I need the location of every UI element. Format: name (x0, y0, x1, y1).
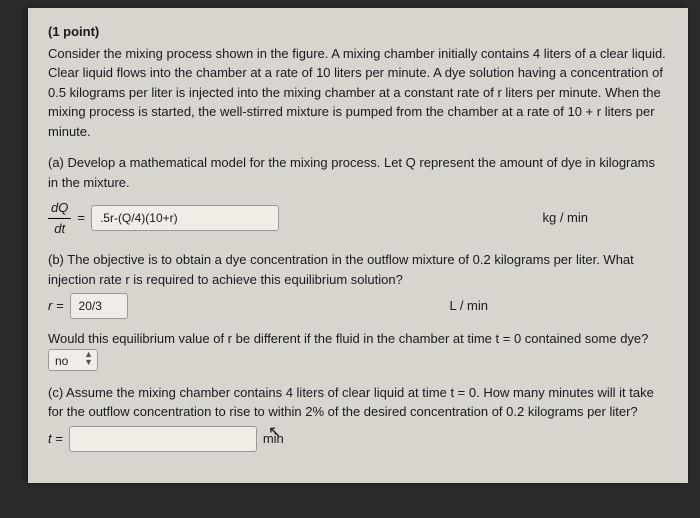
part-a-unit: kg / min (542, 208, 588, 228)
part-b-select[interactable]: no ▲▼ (48, 349, 98, 371)
points-label: (1 point) (48, 22, 668, 42)
part-a-text: (a) Develop a mathematical model for the… (48, 153, 668, 192)
part-c-unit: min (263, 429, 284, 449)
part-c-text: (c) Assume the mixing chamber contains 4… (48, 383, 668, 422)
select-arrows-icon: ▲▼ (84, 350, 93, 366)
part-b-question2: Would this equilibrium value of r be dif… (48, 329, 668, 371)
part-b-input[interactable]: 20/3 (70, 293, 128, 319)
problem-statement: Consider the mixing process shown in the… (48, 44, 668, 142)
part-c-label: t = (48, 429, 63, 449)
equals-sign: = (77, 208, 85, 228)
part-b-unit: L / min (449, 296, 488, 316)
fraction-dQdt: dQ dt (48, 198, 71, 238)
part-b: (b) The objective is to obtain a dye con… (48, 250, 668, 371)
part-c: (c) Assume the mixing chamber contains 4… (48, 383, 668, 452)
part-a-input[interactable]: .5r-(Q/4)(10+r) (91, 205, 279, 231)
part-b-label: r = (48, 296, 64, 316)
part-b-text: (b) The objective is to obtain a dye con… (48, 250, 668, 289)
frac-den: dt (48, 219, 71, 239)
part-c-input[interactable] (69, 426, 257, 452)
frac-num: dQ (48, 198, 71, 219)
part-a: (a) Develop a mathematical model for the… (48, 153, 668, 238)
problem-page: (1 point) Consider the mixing process sh… (28, 8, 688, 483)
